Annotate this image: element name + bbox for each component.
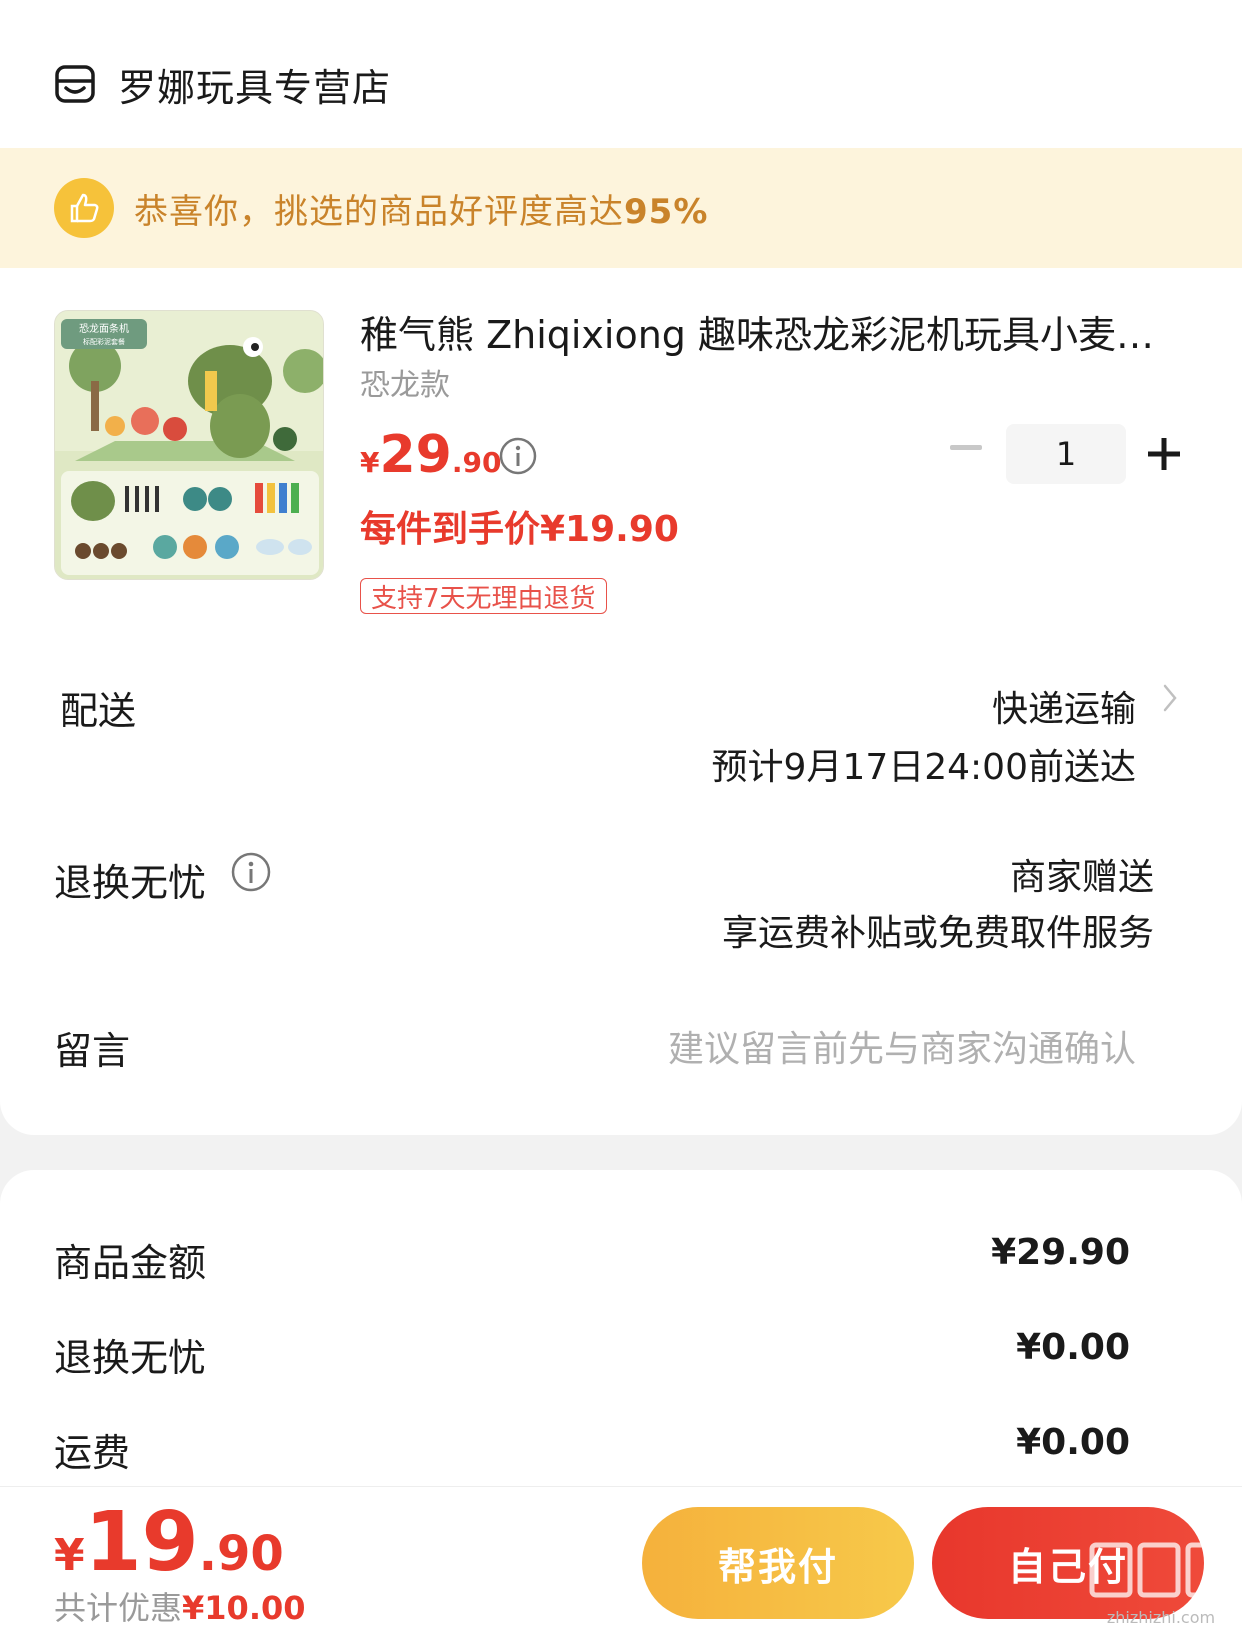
checkout-bar: ¥ 19 .90 共计优惠¥10.00 帮我付 自己付 zhizhizhi.co… xyxy=(0,1486,1242,1636)
order-card: 罗娜玩具专营店 恭喜你，挑选的商品好评度高达95% 恐龙面条机 标配彩泥套餐 稚… xyxy=(0,0,1242,1135)
product-variant[interactable]: 恐龙款 xyxy=(360,360,450,404)
summary-label: 商品金额 xyxy=(54,1241,207,1285)
returns-service: 享运费补贴或免费取件服务 xyxy=(721,913,1154,954)
banner-text: 恭喜你，挑选的商品好评度高达95% xyxy=(134,191,709,232)
product-image[interactable]: 恐龙面条机 标配彩泥套餐 xyxy=(54,310,324,580)
delivery-eta: 预计9月17日24:00前送达 xyxy=(711,747,1136,788)
plus-icon[interactable] xyxy=(1146,434,1182,474)
returns-gift: 商家赠送 xyxy=(1009,857,1154,898)
per-item-price: 每件到手价¥19.90 xyxy=(360,509,679,550)
quantity-input[interactable]: 1 xyxy=(1006,424,1126,484)
message-label: 留言 xyxy=(54,1029,131,1073)
message-input[interactable]: 建议留言前先与商家沟通确认 xyxy=(668,1020,1136,1072)
rating-banner: 恭喜你，挑选的商品好评度高达95% xyxy=(0,148,1242,268)
delivery-method[interactable]: 快递运输 xyxy=(992,680,1136,732)
chevron-right-icon[interactable] xyxy=(1160,680,1180,716)
delivery-label: 配送 xyxy=(60,689,137,733)
summary-value: ¥0.00 xyxy=(1016,1327,1130,1368)
product-title[interactable]: 稚气熊 Zhiqixiong 趣味恐龙彩泥机玩具小麦… xyxy=(360,304,1160,359)
store-icon xyxy=(55,65,95,103)
return-policy-tag: 支持7天无理由退货 xyxy=(360,578,607,614)
info-icon[interactable] xyxy=(498,436,538,476)
thumbs-up-icon xyxy=(54,178,114,238)
store-header[interactable]: 罗娜玩具专营店 xyxy=(54,52,391,116)
summary-value: ¥0.00 xyxy=(1016,1422,1130,1463)
summary-label: 运费 xyxy=(54,1431,131,1475)
summary-value: ¥29.90 xyxy=(991,1232,1130,1273)
total-price: ¥ 19 .90 xyxy=(54,1495,284,1590)
store-name: 罗娜玩具专营店 xyxy=(118,65,392,110)
returns-label: 退换无忧 xyxy=(54,861,207,905)
product-price: ¥ 29 .90 xyxy=(360,425,502,485)
minus-icon xyxy=(950,445,982,450)
watermark-logo: zhizhizhi.com xyxy=(1089,1542,1229,1627)
total-discount: 共计优惠¥10.00 xyxy=(54,1589,306,1627)
quantity-minus-button[interactable] xyxy=(948,428,984,468)
image-header-text: 恐龙面条机 xyxy=(79,322,129,335)
info-icon[interactable] xyxy=(230,851,272,893)
summary-label: 退换无忧 xyxy=(54,1336,207,1380)
help-pay-button[interactable]: 帮我付 xyxy=(642,1507,914,1619)
svg-text:zhizhizhi.com: zhizhizhi.com xyxy=(1107,1608,1215,1627)
image-sub-text: 标配彩泥套餐 xyxy=(83,337,125,346)
